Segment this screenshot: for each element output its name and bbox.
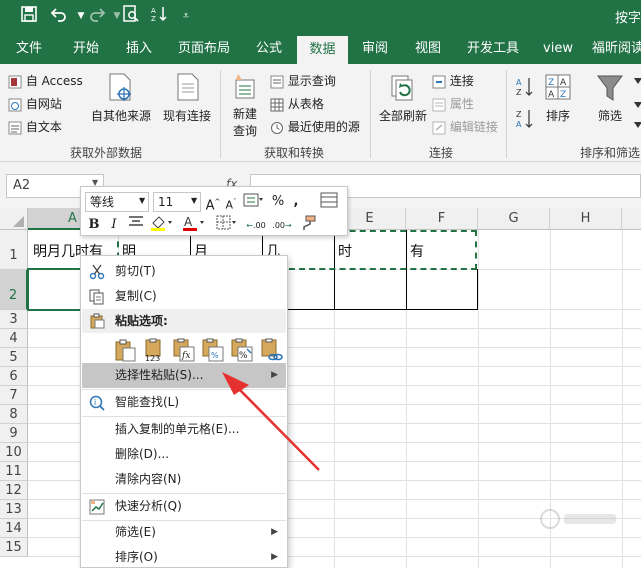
excel-window: { "title_bar": { "title": "按字" }, "tabs"…	[0, 0, 641, 568]
annotation-arrow	[222, 372, 320, 471]
